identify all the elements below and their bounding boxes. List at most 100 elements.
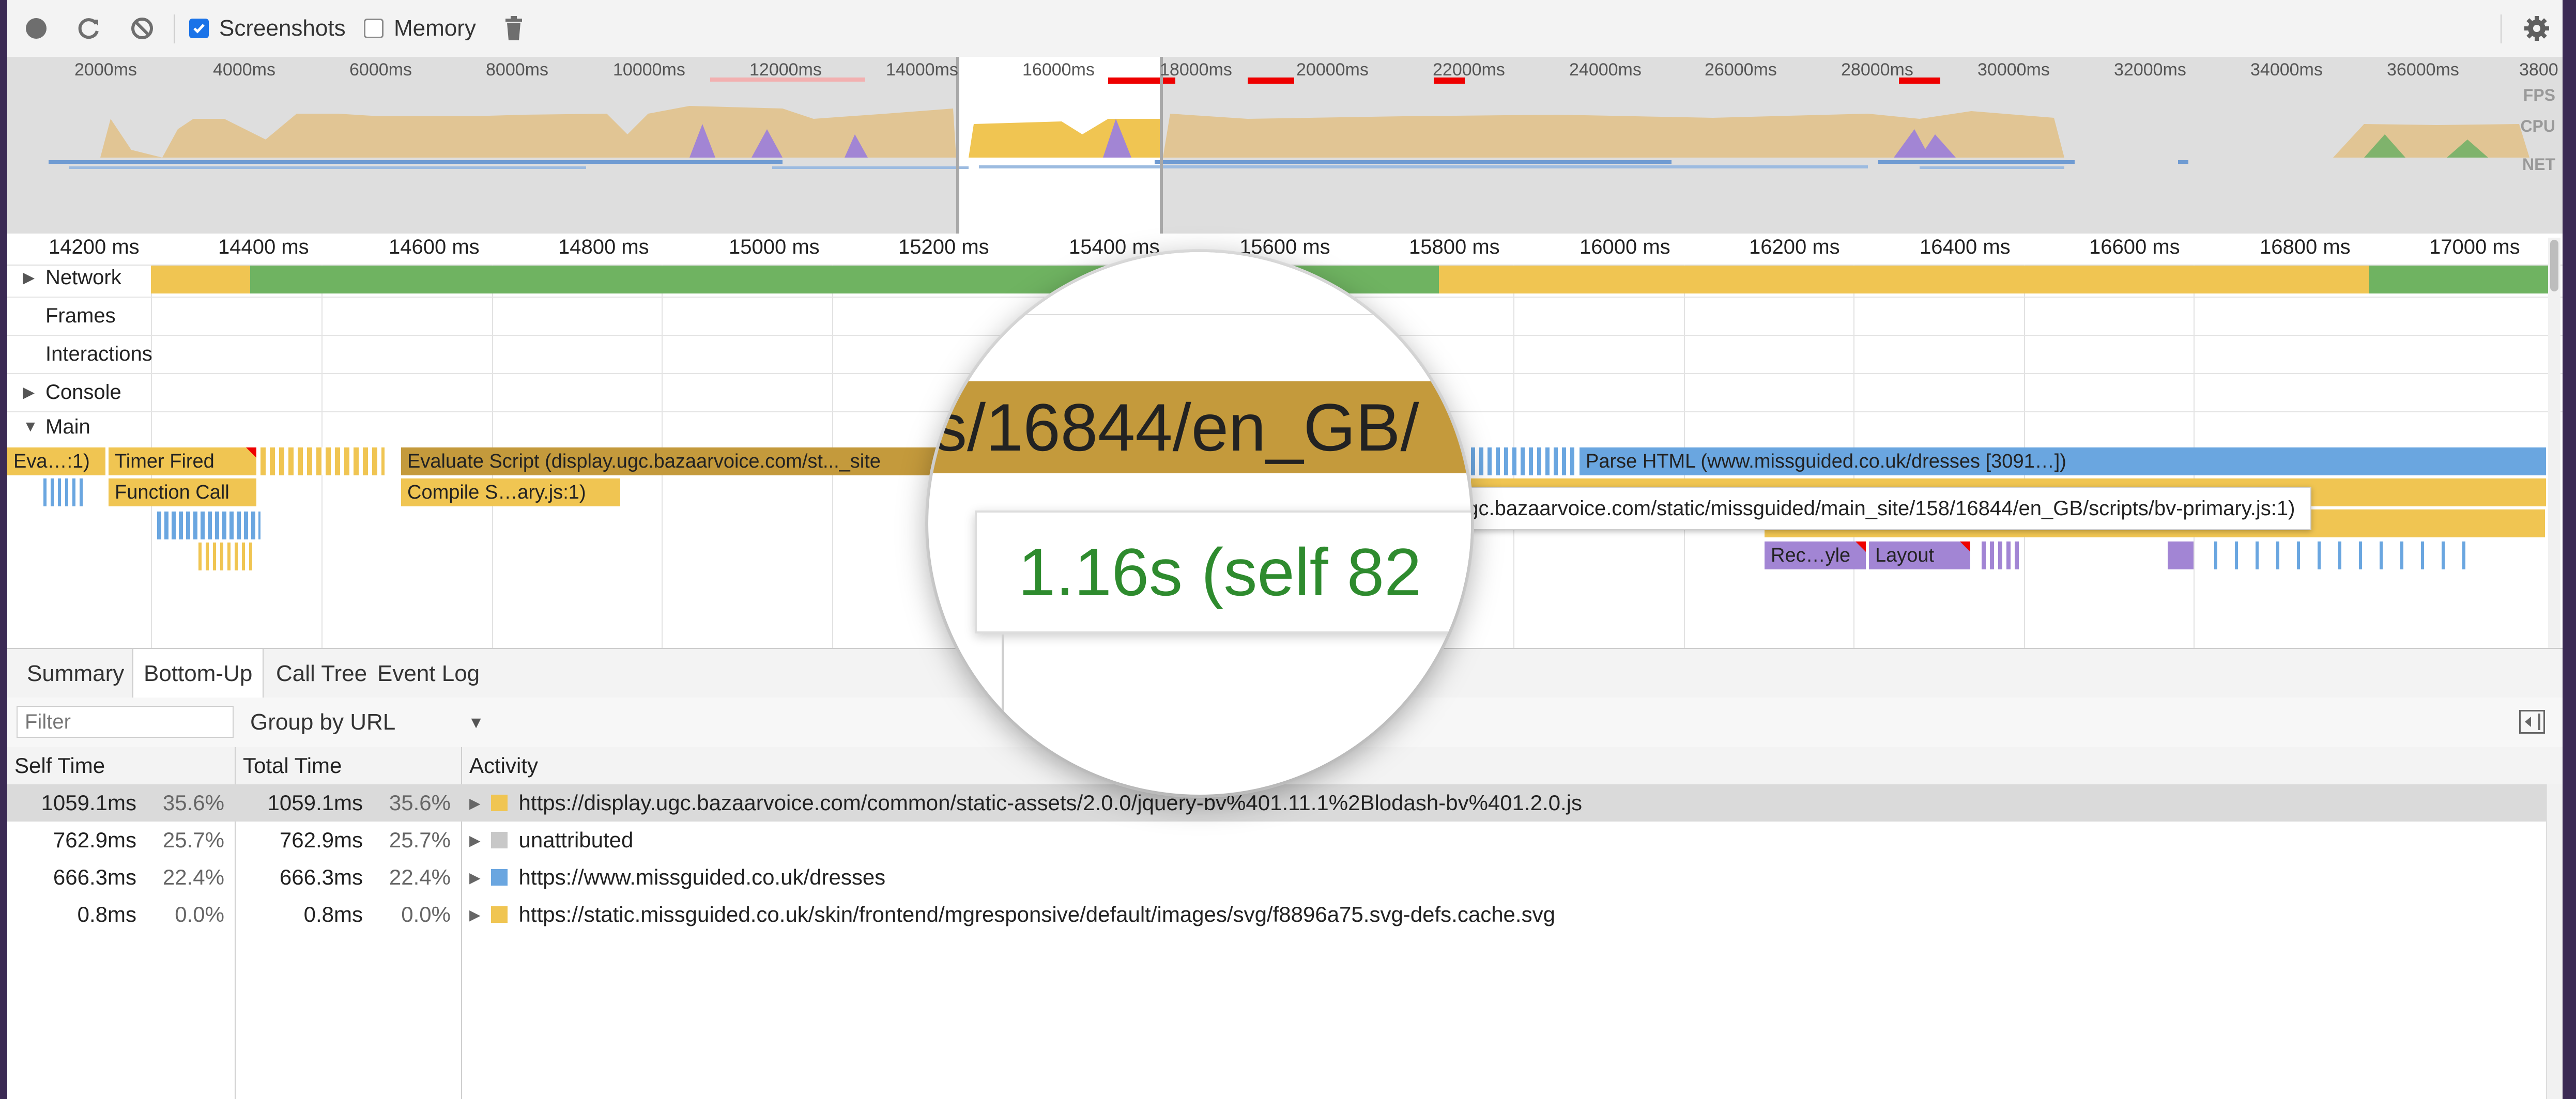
self-time-percent: 25.7% bbox=[162, 828, 224, 852]
ruler-tick: 17000 ms bbox=[2429, 236, 2520, 258]
ruler-tick: 16000 ms bbox=[1580, 236, 1670, 258]
overview-tick: 18000ms bbox=[1160, 60, 1232, 80]
overview-tick: 10000ms bbox=[613, 60, 685, 80]
ruler-tick: 14400 ms bbox=[218, 236, 309, 258]
toolbar-divider bbox=[2501, 14, 2502, 43]
toolbar: Screenshots Memory bbox=[7, 0, 2563, 58]
console-label: Console bbox=[45, 380, 121, 404]
self-time-value: 762.9ms bbox=[53, 828, 136, 852]
expand-arrow-icon[interactable]: ▶ bbox=[23, 383, 35, 401]
reload-button[interactable] bbox=[76, 0, 100, 57]
main-track-label[interactable]: ▼ Main bbox=[23, 411, 90, 442]
overview-tick: 3800 bbox=[2519, 60, 2558, 80]
expand-arrow-icon[interactable]: ▶ bbox=[469, 832, 481, 849]
flame-compile-script[interactable]: Compile S…ary.js:1) bbox=[401, 478, 620, 506]
total-time-value: 666.3ms bbox=[279, 865, 363, 889]
flame-evaluate-script[interactable]: Eva…:1) bbox=[7, 447, 105, 475]
group-by-label: Group by URL bbox=[250, 709, 396, 735]
category-color-swatch bbox=[490, 795, 508, 811]
flame-evaluate-script-bazaarvoice[interactable]: Evaluate Script (display.ugc.bazaarvoice… bbox=[401, 447, 939, 475]
overview-tick: 12000ms bbox=[749, 60, 822, 80]
overview-tick: 8000ms bbox=[486, 60, 548, 80]
tab-call-tree[interactable]: Call Tree bbox=[266, 649, 377, 699]
network-track-label[interactable]: ▶ Network bbox=[23, 258, 121, 297]
timeline-scrollbar[interactable] bbox=[2548, 238, 2560, 648]
activity-cell: ▶ https://www.missguided.co.uk/dresses bbox=[462, 859, 885, 896]
self-time-value: 666.3ms bbox=[53, 865, 136, 889]
self-time-value: 1059.1ms bbox=[41, 791, 136, 815]
timeline-overview[interactable]: 2000ms 4000ms 6000ms 8000ms 10000ms 1200… bbox=[7, 57, 2563, 235]
ruler-tick: 14200 ms bbox=[49, 236, 140, 258]
flame-small-tasks bbox=[1471, 447, 1574, 475]
ruler-tick: 16400 ms bbox=[1920, 236, 2011, 258]
table-row[interactable]: 0.8ms 0.0% 0.8ms 0.0% ▶ https://static.missgu… bbox=[7, 896, 2563, 933]
trash-icon bbox=[505, 16, 522, 40]
magnifier-gridline bbox=[928, 314, 1471, 315]
expand-arrow-icon[interactable]: ▶ bbox=[23, 269, 35, 287]
total-time-value: 762.9ms bbox=[279, 828, 363, 852]
console-track-label[interactable]: ▶ Console bbox=[23, 373, 121, 411]
self-time-percent: 0.0% bbox=[175, 902, 224, 926]
filter-input[interactable] bbox=[17, 706, 234, 738]
magnifier-lens: s/16844/en_GB/ 1.16s (self 82 bbox=[928, 252, 1471, 795]
tab-bottom-up[interactable]: Bottom-Up bbox=[132, 649, 264, 699]
flame-parse-html[interactable]: Parse HTML (www.missguided.co.uk/dresses… bbox=[1580, 447, 2546, 475]
interactions-label: Interactions bbox=[45, 342, 152, 365]
garbage-collect-button[interactable] bbox=[503, 0, 524, 57]
ruler-tick: 16600 ms bbox=[2089, 236, 2180, 258]
settings-button[interactable] bbox=[2523, 0, 2550, 57]
overview-tick: 16000ms bbox=[1022, 60, 1095, 80]
record-button[interactable] bbox=[25, 0, 48, 57]
magnifier-gridline bbox=[1002, 634, 1004, 795]
total-time-header[interactable]: Total Time bbox=[236, 747, 461, 784]
total-time-percent: 22.4% bbox=[389, 865, 451, 889]
flame-small-task bbox=[2168, 541, 2194, 569]
record-icon bbox=[26, 18, 47, 39]
flame-small-tasks bbox=[2214, 541, 2473, 569]
table-row[interactable]: 762.9ms 25.7% 762.9ms 25.7% ▶ unattributed bbox=[7, 822, 2563, 859]
network-label: Network bbox=[45, 266, 121, 289]
overview-tick: 28000ms bbox=[1841, 60, 1913, 80]
expand-arrow-icon[interactable]: ▶ bbox=[469, 869, 481, 886]
flame-recalculate-style[interactable]: Rec…yle bbox=[1765, 541, 1866, 569]
activity-header[interactable]: Activity bbox=[462, 747, 2529, 784]
total-time-value: 0.8ms bbox=[303, 902, 363, 926]
flame-function-call[interactable]: Function Call bbox=[109, 478, 256, 506]
toggle-sidebar-button[interactable] bbox=[2519, 710, 2545, 734]
expand-arrow-icon[interactable]: ▶ bbox=[469, 795, 481, 812]
tab-event-log[interactable]: Event Log bbox=[367, 649, 490, 699]
toolbar-divider bbox=[174, 14, 175, 43]
scrollbar-thumb[interactable] bbox=[2550, 240, 2558, 291]
flame-small-tasks bbox=[1982, 541, 2023, 569]
activity-cell: ▶ https://static.missguided.co.uk/skin/fr… bbox=[462, 896, 1555, 933]
timer-fired-label: Timer Fired bbox=[115, 451, 214, 472]
magnifier-zoomed-tooltip: 1.16s (self 82 bbox=[975, 510, 1471, 633]
flame-timer-fired[interactable]: Timer Fired bbox=[109, 447, 256, 475]
magnifier-zoomed-bar: s/16844/en_GB/ bbox=[928, 381, 1471, 473]
overview-tick: 34000ms bbox=[2250, 60, 2323, 80]
table-row[interactable]: 1059.1ms 35.6% 1059.1ms 35.6% ▶ https://displ… bbox=[7, 784, 2563, 822]
total-time-value: 1059.1ms bbox=[267, 791, 363, 815]
flame-layout[interactable]: Layout bbox=[1869, 541, 1970, 569]
group-by-select[interactable]: Group by URL ▼ bbox=[250, 698, 484, 747]
self-time-percent: 22.4% bbox=[162, 865, 224, 889]
screenshots-checkbox[interactable]: Screenshots bbox=[189, 0, 346, 57]
memory-checkbox[interactable]: Memory bbox=[364, 0, 476, 57]
expand-arrow-icon[interactable]: ▶ bbox=[469, 906, 481, 923]
overview-tick: 4000ms bbox=[213, 60, 275, 80]
tab-summary[interactable]: Summary bbox=[17, 649, 134, 699]
flame-small-tasks bbox=[260, 447, 385, 475]
collapse-arrow-icon[interactable]: ▼ bbox=[23, 418, 38, 436]
clear-button[interactable] bbox=[130, 0, 154, 57]
clear-icon bbox=[131, 18, 153, 39]
table-row[interactable]: 666.3ms 22.4% 666.3ms 22.4% ▶ https://www.mis… bbox=[7, 859, 2563, 896]
interactions-track-label: Interactions bbox=[23, 335, 152, 373]
self-time-header[interactable]: Self Time bbox=[7, 747, 235, 784]
flame-small-tasks bbox=[43, 478, 85, 506]
flame-tooltip: ugc.bazaarvoice.com/static/missguided/ma… bbox=[1449, 487, 2312, 530]
memory-label: Memory bbox=[394, 16, 476, 41]
table-scrollbar[interactable] bbox=[2546, 784, 2563, 1099]
frames-track-label: Frames bbox=[23, 297, 116, 335]
layout-label: Layout bbox=[1875, 545, 1935, 566]
total-time-percent: 25.7% bbox=[389, 828, 451, 852]
